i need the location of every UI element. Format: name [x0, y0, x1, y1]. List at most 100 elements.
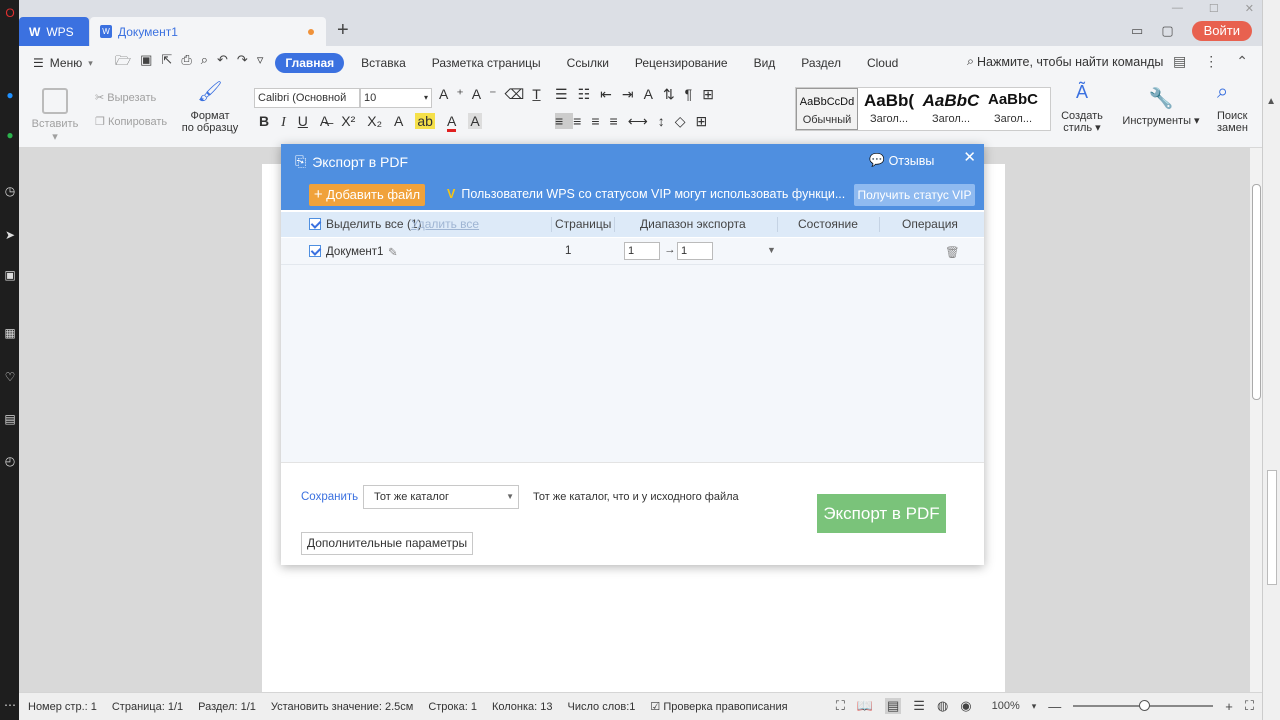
text-style-icon[interactable]: T̲: [532, 86, 549, 102]
fit-window-icon[interactable]: ⛶: [1245, 698, 1254, 714]
create-style-button[interactable]: Ã Создать стиль ▾: [1059, 83, 1105, 134]
find-replace-button[interactable]: ⌕ Поиск замен: [1217, 86, 1257, 134]
outline-view-icon[interactable]: ☰: [913, 698, 925, 714]
tab-wps-home[interactable]: W WPS: [19, 17, 89, 46]
grid-icon[interactable]: ▦: [3, 326, 17, 340]
decrease-indent-icon[interactable]: ⇤: [600, 86, 622, 102]
strikethrough-icon[interactable]: A̶: [320, 113, 329, 129]
select-all-checkbox[interactable]: Выделить все (1): [309, 217, 422, 231]
customize-icon[interactable]: ▿: [257, 52, 264, 74]
align-center-icon[interactable]: ≡: [573, 113, 591, 129]
print-icon[interactable]: ⎙: [181, 52, 191, 74]
web-view-icon[interactable]: ◍: [937, 698, 948, 714]
feedback-link[interactable]: 💬 Отзывы: [869, 153, 934, 168]
status-page-number[interactable]: Номер стр.: 1: [28, 701, 97, 713]
char-shading-icon[interactable]: A: [468, 113, 482, 129]
underline-icon[interactable]: U: [298, 113, 308, 129]
undo-icon[interactable]: ↶: [217, 52, 228, 74]
align-left-icon[interactable]: ≡: [555, 113, 574, 129]
tab-home[interactable]: Главная: [275, 53, 345, 73]
save-location-select[interactable]: Тот же каталог ▼: [363, 485, 519, 509]
messenger-icon[interactable]: ●: [3, 88, 17, 102]
zoom-dropdown-icon[interactable]: ▾: [1032, 701, 1037, 712]
document-scrollbar[interactable]: [1250, 148, 1262, 692]
row-checkbox[interactable]: Документ1: [309, 245, 383, 258]
zoom-slider-knob[interactable]: [1139, 700, 1151, 711]
minimize-icon[interactable]: —: [1172, 2, 1183, 15]
page-view-icon[interactable]: ▤: [884, 698, 902, 714]
command-search[interactable]: ⌕ Нажмите, чтобы найти команды: [967, 54, 1163, 69]
status-section[interactable]: Раздел: 1/1: [198, 701, 256, 713]
tab-review[interactable]: Рецензирование: [626, 53, 737, 73]
status-set-value[interactable]: Установить значение: 2.5см: [271, 701, 413, 713]
tab-cloud[interactable]: Cloud: [858, 53, 907, 73]
status-word-count[interactable]: Число слов:1: [568, 701, 636, 713]
status-column[interactable]: Колонка: 13: [492, 701, 553, 713]
range-to-input[interactable]: 1: [677, 242, 713, 260]
font-color-icon[interactable]: A: [446, 113, 457, 132]
read-mode-icon[interactable]: 📖: [857, 698, 873, 714]
status-page[interactable]: Страница: 1/1: [112, 701, 183, 713]
tab-document[interactable]: W Документ1: [90, 17, 326, 46]
grow-font-icon[interactable]: A⁺: [439, 86, 472, 102]
format-painter-button[interactable]: 🖌 Формат по образцу: [179, 82, 241, 134]
status-line[interactable]: Строка: 1: [428, 701, 477, 713]
spellcheck-button[interactable]: ☑ Проверка правописания: [650, 700, 787, 713]
sort-icon[interactable]: ⇅: [663, 86, 685, 102]
browser-scroll-thumb[interactable]: [1267, 470, 1277, 585]
bullets-icon[interactable]: ☰: [555, 86, 578, 102]
save-location-label[interactable]: Сохранить: [301, 491, 358, 503]
delete-all-link[interactable]: Удалить все: [411, 217, 479, 231]
font-name-select[interactable]: Calibri (Основной: [254, 88, 360, 108]
range-from-input[interactable]: 1: [624, 242, 660, 260]
whatsapp-icon[interactable]: ●: [3, 128, 17, 142]
cut-button[interactable]: ✂ Вырезать: [95, 91, 156, 104]
close-window-icon[interactable]: ✕: [1245, 2, 1254, 15]
table-borders-icon[interactable]: ⊞: [702, 86, 724, 102]
heart-icon[interactable]: ♡: [3, 370, 17, 384]
collapse-ribbon-icon[interactable]: ⌃: [1236, 53, 1248, 70]
zoom-slider[interactable]: [1073, 700, 1214, 711]
print-preview-icon[interactable]: ⌕: [201, 52, 208, 74]
close-icon[interactable]: ✕: [963, 148, 976, 166]
style-normal[interactable]: AaBbCcDd Обычный: [796, 88, 858, 130]
tab-page-layout[interactable]: Разметка страницы: [423, 53, 550, 73]
advanced-settings-button[interactable]: Дополнительные параметры: [301, 532, 474, 555]
export-icon[interactable]: ⇱: [161, 52, 172, 74]
justify-icon[interactable]: ≡: [610, 113, 628, 129]
bold-icon[interactable]: B: [259, 113, 269, 129]
subscript-icon[interactable]: X₂: [367, 113, 382, 129]
numbering-icon[interactable]: ☷: [578, 86, 601, 102]
highlight-icon[interactable]: ab: [415, 113, 435, 129]
clear-format-icon[interactable]: ⌫: [504, 86, 532, 102]
export-pdf-button[interactable]: Экспорт в PDF: [817, 494, 946, 533]
style-heading1[interactable]: AaBb( Загол...: [858, 88, 920, 130]
more-icon[interactable]: ⋯: [3, 698, 17, 712]
send-icon[interactable]: ➤: [3, 228, 17, 242]
more-options-icon[interactable]: ⋮: [1204, 53, 1218, 70]
new-tab-button[interactable]: +: [337, 19, 349, 42]
tab-section[interactable]: Раздел: [792, 53, 850, 73]
eye-protection-icon[interactable]: ◉: [960, 698, 971, 714]
style-heading2[interactable]: AaBbC Загол...: [920, 88, 982, 130]
clock-icon[interactable]: ◷: [3, 184, 17, 198]
superscript-icon[interactable]: X²: [341, 113, 355, 129]
shading-icon[interactable]: ◇: [675, 113, 696, 129]
opera-icon[interactable]: O: [3, 6, 17, 20]
window-mode-icon[interactable]: ▭: [1131, 23, 1143, 39]
login-button[interactable]: Войти: [1191, 21, 1252, 41]
increase-indent-icon[interactable]: ⇥: [622, 86, 644, 102]
tab-view[interactable]: Вид: [745, 53, 785, 73]
rename-icon[interactable]: ✎: [388, 245, 398, 259]
font-size-select[interactable]: 10 ▾: [360, 88, 432, 108]
zoom-level[interactable]: 100%: [992, 700, 1020, 712]
range-dropdown-icon[interactable]: ▼: [767, 245, 776, 255]
redo-icon[interactable]: ↷: [237, 52, 248, 74]
get-vip-button[interactable]: Получить статус VIP: [854, 184, 975, 206]
open-folder-icon[interactable]: 🗁: [115, 52, 131, 74]
camera-icon[interactable]: ▣: [3, 268, 17, 282]
borders-icon[interactable]: ⊞: [696, 113, 718, 129]
zoom-in-icon[interactable]: +: [1225, 699, 1233, 714]
history-icon[interactable]: ◴: [3, 454, 17, 468]
show-marks-icon[interactable]: ¶: [685, 86, 703, 102]
